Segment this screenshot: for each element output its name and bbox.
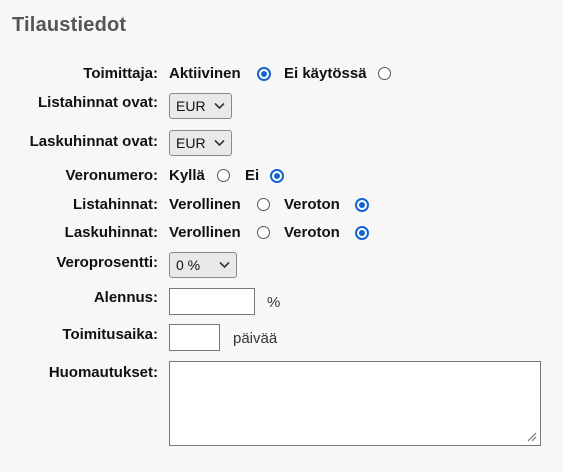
section-title: Tilaustiedot — [12, 14, 127, 36]
invoice-prices-currency-value: EUR — [176, 135, 206, 151]
tax-percent-label: Veroprosentti: — [56, 254, 158, 271]
supplier-option-active-label: Aktiivinen — [169, 65, 241, 82]
discount-unit: % — [267, 294, 281, 311]
discount-input[interactable] — [169, 288, 255, 315]
list-prices-tax-excl-label: Veroton — [284, 196, 340, 213]
tax-number-yes-label: Kyllä — [169, 167, 205, 184]
list-prices-currency-select[interactable]: EUR — [169, 93, 232, 119]
supplier-active-radio[interactable] — [257, 67, 271, 81]
tax-percent-value: 0 % — [176, 257, 201, 273]
list-prices-label: Listahinnat ovat: — [37, 94, 158, 111]
list-prices-tax-incl-label: Verollinen — [169, 196, 241, 213]
supplier-option-inactive-label: Ei käytössä — [284, 65, 367, 82]
delivery-time-label: Toimitusaika: — [62, 326, 158, 343]
tax-number-label: Veronumero: — [65, 167, 158, 184]
invoice-prices-tax-label: Laskuhinnat: — [64, 224, 158, 241]
delivery-time-input[interactable] — [169, 324, 220, 351]
list-prices-tax-excl-radio[interactable] — [355, 198, 369, 212]
supplier-inactive-radio[interactable] — [378, 67, 391, 80]
tax-number-yes-radio[interactable] — [217, 169, 230, 182]
resize-grip-icon[interactable] — [526, 431, 537, 442]
chevron-down-icon — [214, 102, 225, 110]
invoice-prices-currency-select[interactable]: EUR — [169, 130, 232, 156]
tax-number-no-radio[interactable] — [270, 169, 284, 183]
notes-textarea[interactable] — [169, 361, 541, 446]
tax-number-no-label: Ei — [245, 167, 260, 184]
chevron-down-icon — [214, 139, 225, 147]
list-prices-tax-incl-radio[interactable] — [257, 198, 270, 211]
list-prices-tax-label: Listahinnat: — [73, 196, 158, 213]
notes-label: Huomautukset: — [48, 364, 158, 381]
invoice-prices-label: Laskuhinnat ovat: — [29, 133, 158, 150]
invoice-prices-tax-incl-radio[interactable] — [257, 226, 270, 239]
chevron-down-icon — [219, 261, 230, 269]
tax-percent-select[interactable]: 0 % — [169, 252, 237, 278]
invoice-prices-tax-excl-radio[interactable] — [355, 226, 369, 240]
invoice-prices-tax-incl-label: Verollinen — [169, 224, 241, 241]
invoice-prices-tax-excl-label: Veroton — [284, 224, 340, 241]
supplier-label: Toimittaja: — [83, 65, 158, 82]
delivery-time-unit: päivää — [233, 330, 278, 347]
discount-label: Alennus: — [93, 289, 158, 306]
list-prices-currency-value: EUR — [176, 98, 206, 114]
